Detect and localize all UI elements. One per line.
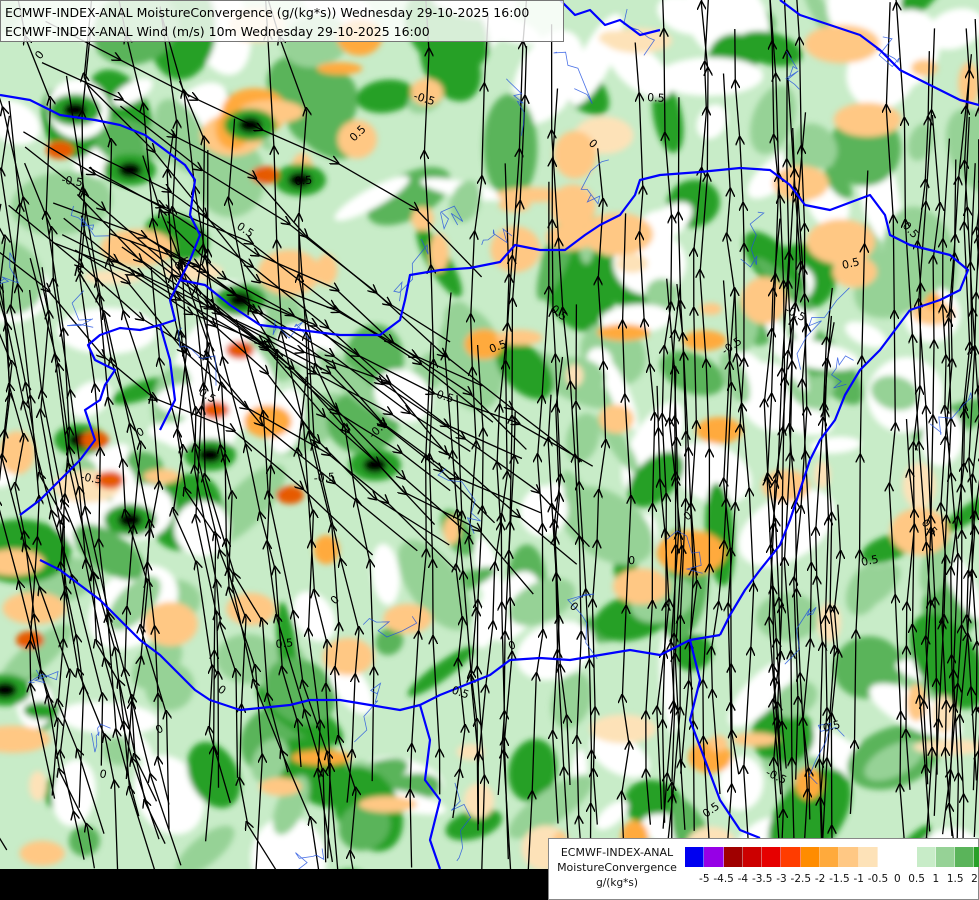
- field-patch: [498, 196, 531, 213]
- field-patch: [581, 212, 654, 256]
- weather-map: 00.5-0.50.50-0.50.500.5-0.500.5-0.50.500…: [0, 0, 979, 900]
- legend-swatch: [935, 847, 956, 867]
- field-patch: [616, 253, 648, 274]
- legend-swatch: [820, 847, 840, 867]
- legend-swatch: [916, 847, 936, 867]
- field-patch: [804, 24, 880, 64]
- field-patch: [708, 735, 728, 752]
- legend-swatch: [800, 847, 821, 867]
- legend-tick-label: -3.5: [751, 873, 773, 885]
- legend-title-line2: MoistureConvergence: [557, 861, 677, 874]
- field-patch: [238, 117, 262, 133]
- legend-tick-label: -1.5: [829, 873, 850, 885]
- field-patch: [383, 603, 432, 634]
- legend-tick-label: 0: [893, 873, 901, 885]
- field-patch: [411, 206, 434, 231]
- field-patch: [143, 469, 181, 484]
- header-title-moisture: ECMWF-INDEX-ANAL MoistureConvergence (g/…: [5, 5, 530, 20]
- contour-label: 0.5: [275, 636, 294, 651]
- legend-tick-label: -4.5: [713, 873, 734, 885]
- legend-swatch: [974, 847, 979, 867]
- legend-swatch: [742, 847, 763, 867]
- legend-units: g/(kg*s): [596, 877, 638, 889]
- field-patch: [313, 535, 340, 565]
- field-patch: [732, 732, 779, 747]
- field-patch: [833, 102, 902, 137]
- field-patch: [323, 637, 374, 676]
- field-patch: [613, 568, 670, 605]
- contour-label: -0.5: [313, 471, 335, 485]
- legend-tick-label: 0.5: [908, 873, 925, 885]
- field-patch: [46, 141, 74, 159]
- field-patch: [276, 486, 304, 504]
- contour-label: 0.5: [647, 91, 665, 105]
- legend-tick-label: -0.5: [867, 873, 889, 885]
- field-patch: [29, 770, 47, 801]
- legend-title: ECMWF-INDEX-ANAL MoistureConvergence: [553, 845, 681, 875]
- legend-swatch: [762, 847, 782, 867]
- field-patch: [57, 307, 157, 355]
- field-patch: [358, 796, 417, 813]
- legend-swatch: [897, 847, 917, 867]
- field-patch: [695, 417, 743, 444]
- legend-tick-row: -5 -4.5 -4 -3.5 -3 -2.5 -2 -1.5 -1 -0.5 0 0.5 1 1.5 2: [685, 873, 978, 891]
- legend-colorbar: [685, 847, 979, 867]
- legend-tick-label: 1: [932, 873, 940, 885]
- legend-swatch: [955, 847, 975, 867]
- field-patch: [553, 130, 597, 179]
- field-patch: [198, 447, 222, 463]
- field-patch: [143, 601, 198, 647]
- field-patch: [259, 777, 302, 796]
- legend-tick-label: 2: [971, 873, 978, 885]
- legend-tick-label: -2: [814, 873, 826, 885]
- legend-tick-label: -3: [776, 873, 787, 885]
- contour-label: 0.5: [294, 174, 313, 188]
- field-patch: [226, 592, 276, 626]
- legend-tick-label: -5: [699, 873, 710, 885]
- legend-swatch: [839, 847, 859, 867]
- field-patch: [598, 30, 626, 46]
- legend-tick-label: -1: [853, 873, 864, 885]
- legend-tick-label: -4: [737, 873, 749, 885]
- legend-swatch: [877, 847, 898, 867]
- legend-swatch: [685, 847, 705, 867]
- legend-swatch: [723, 847, 743, 867]
- legend-swatch: [858, 847, 878, 867]
- legend-swatch: [704, 847, 724, 867]
- contour-label: 0: [628, 554, 635, 567]
- bottom-strip: [0, 869, 548, 900]
- legend-title-line1: ECMWF-INDEX-ANAL: [560, 846, 674, 859]
- field-patch: [890, 507, 950, 556]
- legend-tick-label: -2.5: [790, 873, 812, 885]
- header-title-wind: ECMWF-INDEX-ANAL Wind (m/s) 10m Wednesda…: [5, 24, 430, 39]
- field-patch: [19, 840, 65, 866]
- field-patch: [316, 62, 363, 75]
- legend-tick-label: 1.5: [946, 873, 964, 885]
- field-patch: [741, 277, 788, 325]
- map-header: ECMWF-INDEX-ANAL MoistureConvergence (g/…: [0, 0, 564, 42]
- legend-swatch: [781, 847, 801, 867]
- color-legend: ECMWF-INDEX-ANAL MoistureConvergence g/(…: [548, 838, 979, 900]
